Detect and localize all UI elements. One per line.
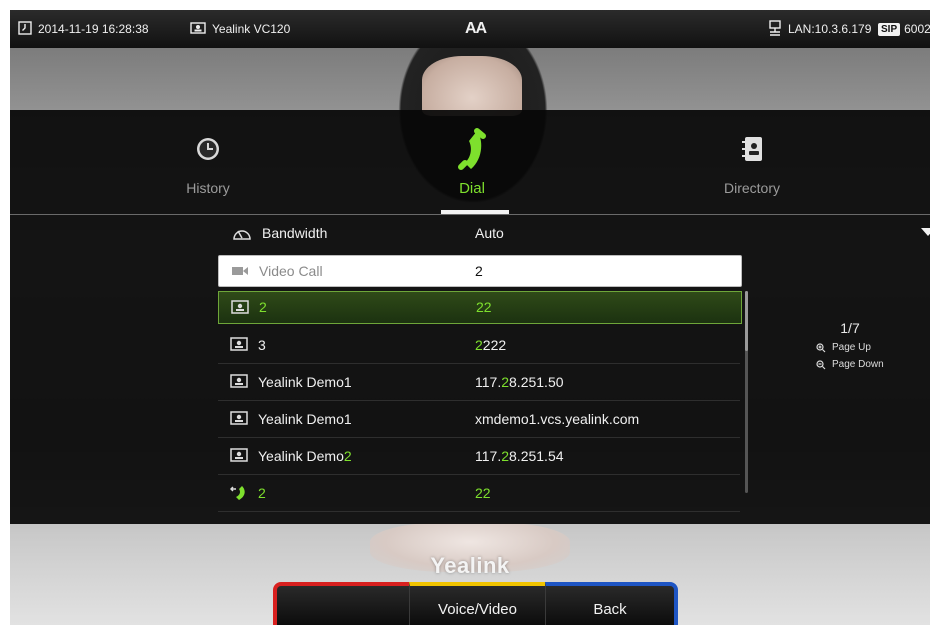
page-down-button[interactable]: Page Down: [816, 359, 890, 370]
soft-keys: Voice/Video Back: [273, 582, 678, 625]
bandwidth-value: Auto: [475, 225, 504, 241]
contact-card-icon: [230, 448, 250, 464]
tab-bar: History Dial Directory: [10, 110, 930, 214]
video-call-placeholder: Video Call: [259, 263, 323, 279]
list-item-value: 117.28.251.50: [475, 374, 564, 390]
softkey-red[interactable]: [273, 582, 409, 625]
contact-card-icon: [230, 337, 250, 353]
status-lan: LAN:10.3.6.179: [768, 10, 871, 48]
scrollbar-thumb[interactable]: [745, 291, 748, 351]
contact-card-icon: [231, 300, 251, 316]
contact-card-icon: [230, 374, 250, 390]
network-icon: [768, 19, 782, 39]
contact-card-icon: [230, 411, 250, 427]
clock-icon: [108, 136, 308, 162]
sip-badge: SIP: [878, 22, 901, 36]
tab-history-label: History: [186, 180, 230, 196]
list-item-value: 117.28.251.54: [475, 448, 564, 464]
tab-dial-label: Dial: [459, 180, 485, 197]
page-up-button[interactable]: Page Up: [816, 342, 890, 353]
back-button[interactable]: Back: [545, 582, 678, 625]
list-item-name: Yealink Demo1: [258, 411, 352, 427]
list-item-value: xmdemo1.vcs.yealink.com: [475, 411, 640, 427]
zoom-in-icon: [816, 342, 826, 352]
pager: 1/7 Page Up Page Down: [810, 320, 890, 376]
tab-history[interactable]: History: [108, 110, 308, 214]
contacts-book-icon: [652, 136, 852, 162]
bandwidth-row[interactable]: Bandwidth Auto: [218, 215, 930, 251]
list-item[interactable]: Yealink Demo1 117.28.251.50: [218, 364, 740, 401]
list-item[interactable]: Yealink Demo2 117.28.251.54: [218, 438, 740, 475]
dial-number-value: 2: [475, 263, 483, 279]
phone-handset-icon: [372, 128, 572, 172]
page-count: 1/7: [840, 320, 860, 336]
list-item[interactable]: 3 2222: [218, 327, 740, 364]
list-item-selected[interactable]: 2 22: [218, 291, 742, 324]
vc-screen: 2014-11-19 16:28:38 Yealink VC120 AA LAN…: [10, 10, 930, 625]
status-sip: SIP 6002: [878, 10, 930, 48]
list-item-name: Yealink Demo2: [258, 448, 352, 464]
tab-dial[interactable]: Dial: [372, 110, 572, 214]
status-device: Yealink VC120: [190, 10, 290, 48]
status-aa: AA: [465, 20, 487, 37]
video-person: [422, 56, 522, 116]
gauge-icon: [232, 224, 252, 240]
voice-video-button[interactable]: Voice/Video: [409, 582, 545, 625]
status-bar: 2014-11-19 16:28:38 Yealink VC120 AA LAN…: [10, 10, 930, 48]
incoming-call-icon: [229, 485, 250, 501]
list-item[interactable]: Yealink Demo1 xmdemo1.vcs.yealink.com: [218, 401, 740, 438]
zoom-out-icon: [816, 359, 826, 369]
list-item-name: 2: [258, 485, 266, 501]
video-call-input[interactable]: Video Call 2: [218, 255, 742, 287]
list-item-value: 22: [475, 485, 491, 501]
list-item-value: 22: [476, 299, 492, 315]
status-datetime: 2014-11-19 16:28:38: [18, 10, 149, 48]
list-scrollbar[interactable]: [745, 291, 748, 493]
tab-directory[interactable]: Directory: [652, 110, 852, 214]
list-item-value: 2222: [475, 337, 507, 353]
list-item-name: Yealink Demo1: [258, 374, 352, 390]
list-item-name: 2: [259, 299, 267, 315]
bandwidth-label: Bandwidth: [262, 225, 328, 241]
dial-list: Bandwidth Auto Video Call 2 2 22 3 2222 …: [10, 215, 930, 524]
chevron-down-icon[interactable]: [921, 228, 930, 236]
contact-card-icon: [190, 21, 206, 37]
yealink-logo: Yealink: [430, 553, 510, 578]
tab-directory-label: Directory: [723, 180, 780, 196]
clock-icon: [18, 20, 32, 38]
list-item-name: 3: [258, 337, 266, 353]
list-item[interactable]: 2 22: [218, 475, 740, 512]
dial-panel: History Dial Directory Bandwidth Auto Vi…: [10, 110, 930, 524]
video-camera-icon: [231, 264, 251, 280]
